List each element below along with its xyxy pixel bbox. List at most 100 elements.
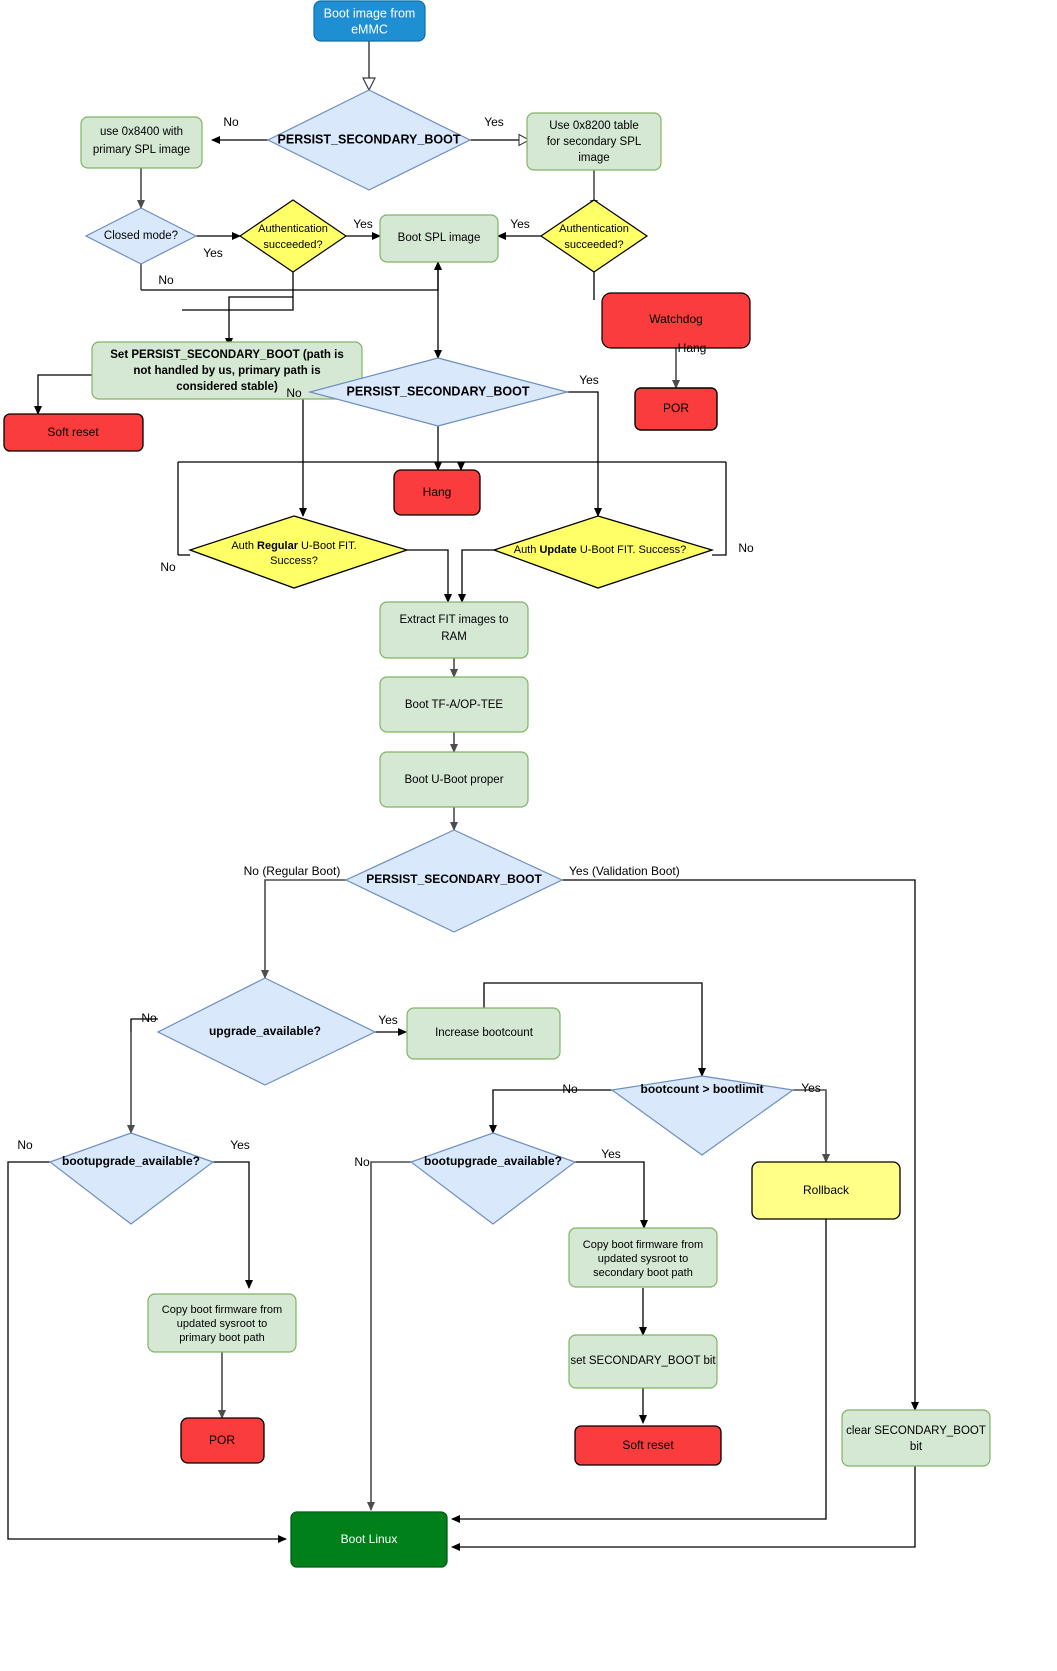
- node-label: Set PERSIST_SECONDARY_BOOT (path is: [110, 349, 343, 361]
- node-label: PERSIST_SECONDARY_BOOT: [347, 384, 530, 398]
- edge-authupdate-left: [458, 549, 494, 603]
- node-label: updated sysroot to: [177, 1318, 268, 1330]
- node-bootcount-gt-bootlimit[interactable]: bootcount > bootlimit: [610, 1075, 795, 1156]
- flowchart-canvas: Boot image from eMMC PERSIST_SECONDARY_B…: [3, 0, 991, 1568]
- node-label: Boot image from: [324, 6, 416, 20]
- edge-label-bootupgrade-right-yes: Yes: [601, 1147, 621, 1161]
- edge-label-psb2-no: No: [286, 386, 302, 400]
- node-use-0x8400[interactable]: use 0x8400 with primary SPL image: [80, 116, 203, 169]
- node-label: PERSIST_SECONDARY_BOOT: [366, 872, 542, 886]
- node-label: Boot SPL image: [398, 232, 481, 244]
- edge-bootupgrade-left-yes: [213, 1161, 253, 1289]
- node-closed-mode[interactable]: Closed mode?: [84, 207, 198, 265]
- node-label: image: [578, 152, 609, 164]
- node-boot-image-emmc[interactable]: Boot image from eMMC: [313, 0, 426, 42]
- node-label: bit: [910, 1441, 923, 1453]
- node-label: Rollback: [803, 1183, 850, 1197]
- node-label: secondary boot path: [593, 1267, 693, 1279]
- node-bootupgrade-available-left[interactable]: bootupgrade_available?: [48, 1132, 215, 1225]
- node-label: Success?: [270, 555, 318, 567]
- node-label: Soft reset: [47, 425, 99, 439]
- node-label: for secondary SPL: [547, 136, 642, 148]
- node-label: Increase bootcount: [435, 1027, 534, 1039]
- node-bootupgrade-available-right[interactable]: bootupgrade_available?: [409, 1132, 577, 1225]
- node-label: POR: [209, 1433, 235, 1447]
- edge-to-setpersist: [225, 296, 293, 347]
- node-label: Closed mode?: [104, 230, 178, 242]
- edge-label-bootupgrade-left-yes: Yes: [230, 1138, 250, 1152]
- node-label: Extract FIT images to: [399, 614, 508, 626]
- node-label: PERSIST_SECONDARY_BOOT: [278, 132, 461, 146]
- node-label: RAM: [441, 631, 467, 643]
- edge-psb3-yes: [562, 879, 919, 1411]
- node-persist-secondary-boot-3[interactable]: PERSIST_SECONDARY_BOOT: [344, 829, 564, 933]
- node-label: eMMC: [351, 22, 388, 36]
- node-label: POR: [663, 401, 689, 415]
- edge-label-authright-yes: Yes: [510, 217, 530, 231]
- edge-authregular-yes: [407, 549, 452, 603]
- node-rollback[interactable]: Rollback: [751, 1161, 901, 1220]
- node-label: succeeded?: [564, 239, 623, 251]
- node-use-0x8200[interactable]: Use 0x8200 table for secondary SPL image: [526, 112, 662, 171]
- edge-label-bootupgrade-right-no: No: [354, 1155, 370, 1169]
- node-boot-spl-image[interactable]: Boot SPL image: [379, 214, 499, 263]
- edge-label-upgrade-no: No: [141, 1011, 157, 1025]
- edge-psb3-no: [261, 879, 346, 979]
- node-hang[interactable]: Hang: [393, 469, 481, 516]
- node-persist-secondary-boot-1[interactable]: PERSIST_SECONDARY_BOOT: [266, 89, 472, 191]
- node-label: not handled by us, primary path is: [133, 365, 320, 377]
- node-soft-reset-top[interactable]: Soft reset: [3, 413, 144, 452]
- node-copy-firmware-primary[interactable]: Copy boot firmware from updated sysroot …: [147, 1293, 297, 1353]
- node-auth-succeeded-left[interactable]: Authentication succeeded?: [238, 199, 348, 273]
- node-extract-fit-images[interactable]: Extract FIT images to RAM: [379, 601, 529, 659]
- node-label: Boot TF-A/OP-TEE: [405, 699, 504, 711]
- edge-clearbit-to-linux: [451, 1466, 916, 1551]
- node-por-bottom[interactable]: POR: [180, 1417, 265, 1464]
- node-auth-regular-fit[interactable]: Auth Regular U-Boot FIT. Success?: [188, 515, 410, 589]
- edge-label-authregular-no: No: [160, 560, 176, 574]
- flowchart-diagram: Boot image from eMMC PERSIST_SECONDARY_B…: [0, 0, 1057, 1671]
- node-label: Watchdog: [649, 312, 703, 326]
- node-label: Boot Linux: [341, 1532, 398, 1546]
- node-label: clear SECONDARY_BOOT: [846, 1425, 986, 1437]
- node-label: Auth Update U-Boot FIT. Success?: [514, 544, 686, 556]
- node-boot-linux[interactable]: Boot Linux: [290, 1511, 448, 1568]
- node-por-top[interactable]: POR: [634, 387, 718, 431]
- node-label: bootupgrade_available?: [62, 1154, 200, 1168]
- node-boot-tfa-optee[interactable]: Boot TF-A/OP-TEE: [379, 676, 529, 733]
- edge-label-bootcount-no: No: [562, 1082, 578, 1096]
- edge-label-authupdate-no: No: [738, 541, 754, 555]
- node-soft-reset-bottom[interactable]: Soft reset: [574, 1425, 722, 1466]
- edge-label-psb3-no: No (Regular Boot): [244, 864, 341, 878]
- node-label: Copy boot firmware from: [583, 1239, 703, 1251]
- edge-label-authleft-yes: Yes: [353, 217, 373, 231]
- node-label: bootupgrade_available?: [424, 1154, 562, 1168]
- node-watchdog[interactable]: Watchdog: [601, 292, 751, 349]
- node-label: primary boot path: [179, 1332, 265, 1344]
- node-clear-secondary-boot-bit[interactable]: clear SECONDARY_BOOT bit: [841, 1409, 991, 1467]
- edge-bootcount-yes: [793, 1089, 830, 1163]
- edge-label-psb2-yes: Yes: [579, 373, 599, 387]
- edge-bootupgrade-right-yes: [575, 1161, 648, 1229]
- node-increase-bootcount[interactable]: Increase bootcount: [406, 1007, 561, 1060]
- edge-label-closedmode-no: No: [158, 273, 174, 287]
- node-auth-succeeded-right[interactable]: Authentication succeeded?: [539, 199, 649, 273]
- arrowhead-start-psb1: [362, 77, 376, 92]
- node-upgrade-available[interactable]: upgrade_available?: [156, 977, 377, 1086]
- node-label: Copy boot firmware from: [162, 1304, 282, 1316]
- edge-bootcount-no: [489, 1089, 612, 1134]
- edge-authleft-no: [182, 272, 294, 311]
- node-label: bootcount > bootlimit: [641, 1082, 764, 1096]
- node-label: primary SPL image: [93, 144, 190, 156]
- edge-setpersist-to-softreset: [34, 374, 92, 415]
- edge-label-psb3-yes: Yes (Validation Boot): [569, 864, 680, 878]
- node-auth-update-fit[interactable]: Auth Update U-Boot FIT. Success?: [492, 515, 715, 589]
- node-label: Authentication: [258, 223, 328, 235]
- node-copy-firmware-secondary[interactable]: Copy boot firmware from updated sysroot …: [568, 1227, 718, 1288]
- node-boot-uboot-proper[interactable]: Boot U-Boot proper: [379, 751, 529, 808]
- edge-label-bootupgrade-left-no: No: [17, 1138, 33, 1152]
- node-label: use 0x8400 with: [100, 126, 183, 138]
- edge-label-watchdog-hang: Hang: [678, 341, 707, 355]
- node-label: upgrade_available?: [209, 1024, 321, 1038]
- node-set-secondary-boot-bit[interactable]: set SECONDARY_BOOT bit: [568, 1334, 718, 1389]
